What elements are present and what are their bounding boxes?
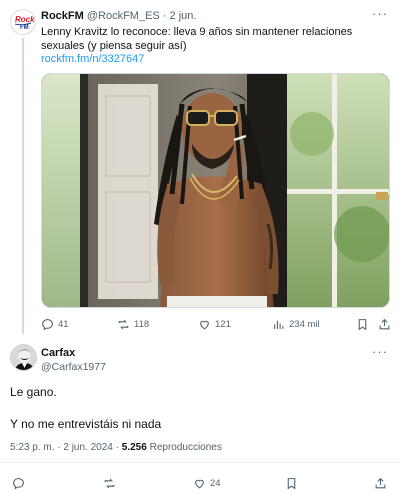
- bookmark-icon: [287, 477, 296, 489]
- like-count: 121: [215, 318, 231, 330]
- share-action[interactable]: [374, 474, 387, 492]
- carfax-avatar[interactable]: [10, 344, 37, 371]
- svg-text:Rock: Rock: [15, 15, 35, 24]
- retweet-icon: [118, 319, 129, 329]
- views-count: 234 mil: [289, 318, 320, 330]
- like-action[interactable]: 24: [193, 474, 221, 492]
- tweet-link[interactable]: rockfm.fm/n/3327647: [41, 52, 144, 66]
- reply-icon: [42, 318, 53, 330]
- reply-actions: 24: [0, 474, 400, 492]
- more-icon[interactable]: ···: [372, 6, 388, 21]
- thread-line: [22, 38, 24, 334]
- rockfm-avatar[interactable]: Rock FM: [10, 9, 36, 35]
- retweet-action[interactable]: [103, 474, 116, 492]
- tweet-header: RockFM @RockFM_ES · 2 jun.: [41, 9, 196, 23]
- reply-views-count: 5.256: [121, 442, 147, 453]
- reply-action[interactable]: [12, 474, 25, 492]
- reply-text-line2: Y no me entrevistáis ni nada: [10, 417, 162, 431]
- share-action[interactable]: [378, 315, 391, 333]
- meta-separator: ·: [115, 442, 119, 453]
- photo-illustration: [42, 74, 389, 307]
- divider: [0, 462, 400, 463]
- reply-time[interactable]: 5:23 p. m.: [10, 442, 54, 453]
- reply-meta: 5:23 p. m. · 2 jun. 2024 · 5.256 Reprodu…: [10, 441, 222, 455]
- retweet-count: 118: [134, 318, 150, 330]
- reply-text-line1: Le gano.: [10, 385, 57, 399]
- views-icon: [274, 320, 284, 329]
- quoted-tweet[interactable]: Rock FM RockFM @RockFM_ES · 2 jun. ··· L…: [0, 0, 400, 340]
- reply-action[interactable]: 41: [41, 315, 69, 333]
- author-name[interactable]: RockFM: [41, 10, 84, 22]
- share-icon: [379, 318, 390, 329]
- reply-count: 41: [58, 318, 69, 330]
- bookmark-icon: [358, 318, 367, 330]
- rockfm-logo: Rock FM: [14, 15, 35, 31]
- reply-icon: [13, 477, 24, 489]
- meta-separator: ·: [57, 442, 61, 453]
- tweet-text: Lenny Kravitz lo reconoce: lleva 9 años …: [41, 26, 353, 52]
- bookmark-action[interactable]: [356, 315, 369, 333]
- tweet-photo[interactable]: [41, 73, 390, 308]
- reply-like-count: 24: [210, 477, 221, 489]
- reply-author-name[interactable]: Carfax: [41, 346, 75, 360]
- reply-date[interactable]: 2 jun. 2024: [63, 442, 113, 453]
- carfax-avatar-image: [11, 345, 36, 370]
- tweet-actions: 41 118 121 234 mil: [41, 315, 391, 333]
- like-icon: [195, 479, 204, 488]
- header-separator: ·: [162, 10, 167, 22]
- retweet-icon: [104, 478, 115, 488]
- reply-views-label: Reproducciones: [149, 442, 222, 453]
- like-icon: [200, 320, 209, 329]
- author-handle[interactable]: @RockFM_ES: [87, 10, 160, 22]
- bookmark-action[interactable]: [285, 474, 298, 492]
- more-icon[interactable]: ···: [372, 344, 388, 359]
- share-icon: [375, 477, 386, 488]
- tweet-date[interactable]: 2 jun.: [170, 10, 197, 22]
- like-action[interactable]: 121: [198, 315, 231, 333]
- views-action[interactable]: 234 mil: [272, 315, 320, 333]
- svg-text:FM: FM: [20, 25, 29, 31]
- retweet-action[interactable]: 118: [117, 315, 149, 333]
- reply-author-handle[interactable]: @Carfax1977: [41, 360, 106, 374]
